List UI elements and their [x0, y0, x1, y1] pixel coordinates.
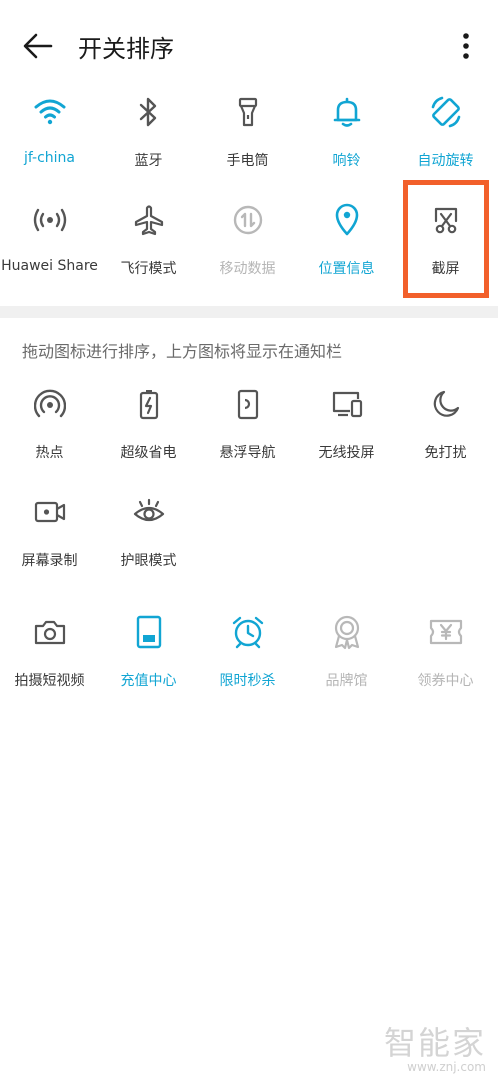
tile-label: 护眼模式 [120, 553, 177, 569]
tile-flashlight[interactable]: 手电筒 [198, 94, 297, 170]
page-title: 开关排序 [78, 35, 174, 63]
alarm-clock-icon [230, 614, 266, 650]
section-divider [0, 306, 498, 318]
wireless-projection-icon [329, 386, 365, 422]
coupon-icon [428, 614, 464, 650]
tile-recharge-center[interactable]: 充值中心 [99, 614, 198, 690]
flashlight-icon [230, 94, 266, 130]
tile-label: 蓝牙 [134, 153, 163, 169]
back-button[interactable] [18, 28, 58, 64]
tile-flash-sale[interactable]: 限时秒杀 [198, 614, 297, 690]
tile-label: 领券中心 [417, 673, 474, 689]
tile-label: 手电筒 [226, 153, 269, 169]
tile-short-video[interactable]: 拍摄短视频 [0, 614, 99, 690]
tile-wireless-projection[interactable]: 无线投屏 [297, 386, 396, 462]
tile-huawei-share[interactable]: Huawei Share [0, 202, 99, 274]
tile-label: 超级省电 [120, 445, 177, 461]
tile-brand-hall[interactable]: 品牌馆 [297, 614, 396, 690]
tile-airplane[interactable]: 飞行模式 [99, 202, 198, 278]
tile-hotspot[interactable]: 热点 [0, 386, 99, 462]
tile-label: 无线投屏 [318, 445, 375, 461]
back-arrow-icon [23, 33, 53, 59]
tile-mobile-data[interactable]: 移动数据 [198, 202, 297, 278]
huawei-share-icon [32, 202, 68, 238]
screen-record-icon [32, 494, 68, 530]
wifi-icon [32, 94, 68, 130]
tile-wifi[interactable]: jf-china [0, 94, 99, 166]
more-options-button[interactable] [448, 26, 484, 66]
camera-icon [32, 614, 68, 650]
tile-label: 品牌馆 [325, 673, 368, 689]
floating-nav-icon [230, 386, 266, 422]
tile-label: 响铃 [332, 153, 361, 169]
tile-label: 自动旋转 [417, 153, 474, 169]
moon-icon [428, 386, 464, 422]
watermark: 智能家 www.znj.com [384, 1018, 486, 1074]
tile-label: 飞行模式 [120, 261, 177, 277]
tile-bluetooth[interactable]: 蓝牙 [99, 94, 198, 170]
hotspot-icon [32, 386, 68, 422]
tile-battery-saver[interactable]: 超级省电 [99, 386, 198, 462]
mobile-data-icon [230, 202, 266, 238]
tile-location[interactable]: 位置信息 [297, 202, 396, 278]
tile-coupon-center[interactable]: 领券中心 [396, 614, 495, 690]
tile-eye-comfort[interactable]: 护眼模式 [99, 494, 198, 570]
brand-medal-icon [329, 614, 365, 650]
tile-label: 充值中心 [120, 673, 177, 689]
auto-rotate-icon [428, 94, 464, 130]
battery-saver-icon [131, 386, 167, 422]
tile-label: 悬浮导航 [219, 445, 276, 461]
watermark-logo: 智能家 [383, 1024, 486, 1062]
eye-comfort-icon [131, 494, 167, 530]
tile-ring[interactable]: 响铃 [297, 94, 396, 170]
page: 开关排序 jf-china 蓝牙 手电筒 响铃 自动旋转 Huawei Shar… [0, 0, 498, 1080]
airplane-icon [131, 202, 167, 238]
screenshot-highlight-box [403, 180, 489, 298]
tile-auto-rotate[interactable]: 自动旋转 [396, 94, 495, 170]
more-vertical-icon [463, 33, 469, 59]
bell-icon [329, 94, 365, 130]
tile-label: 限时秒杀 [219, 673, 276, 689]
tile-label: jf-china [23, 150, 76, 166]
tile-label: 位置信息 [318, 261, 375, 277]
recharge-icon [131, 614, 167, 650]
tile-do-not-disturb[interactable]: 免打扰 [396, 386, 495, 462]
tile-label: 热点 [35, 445, 64, 461]
bluetooth-icon [131, 94, 167, 130]
tile-label: 屏幕录制 [21, 553, 78, 569]
tile-label: 拍摄短视频 [14, 673, 85, 689]
tile-label: 移动数据 [219, 261, 276, 277]
location-icon [329, 202, 365, 238]
tile-screen-record[interactable]: 屏幕录制 [0, 494, 99, 570]
tile-label: 免打扰 [424, 445, 467, 461]
tile-label: Huawei Share [1, 258, 98, 274]
tile-floating-nav[interactable]: 悬浮导航 [198, 386, 297, 462]
sort-hint-text: 拖动图标进行排序，上方图标将显示在通知栏 [22, 342, 343, 361]
header: 开关排序 [0, 0, 498, 90]
